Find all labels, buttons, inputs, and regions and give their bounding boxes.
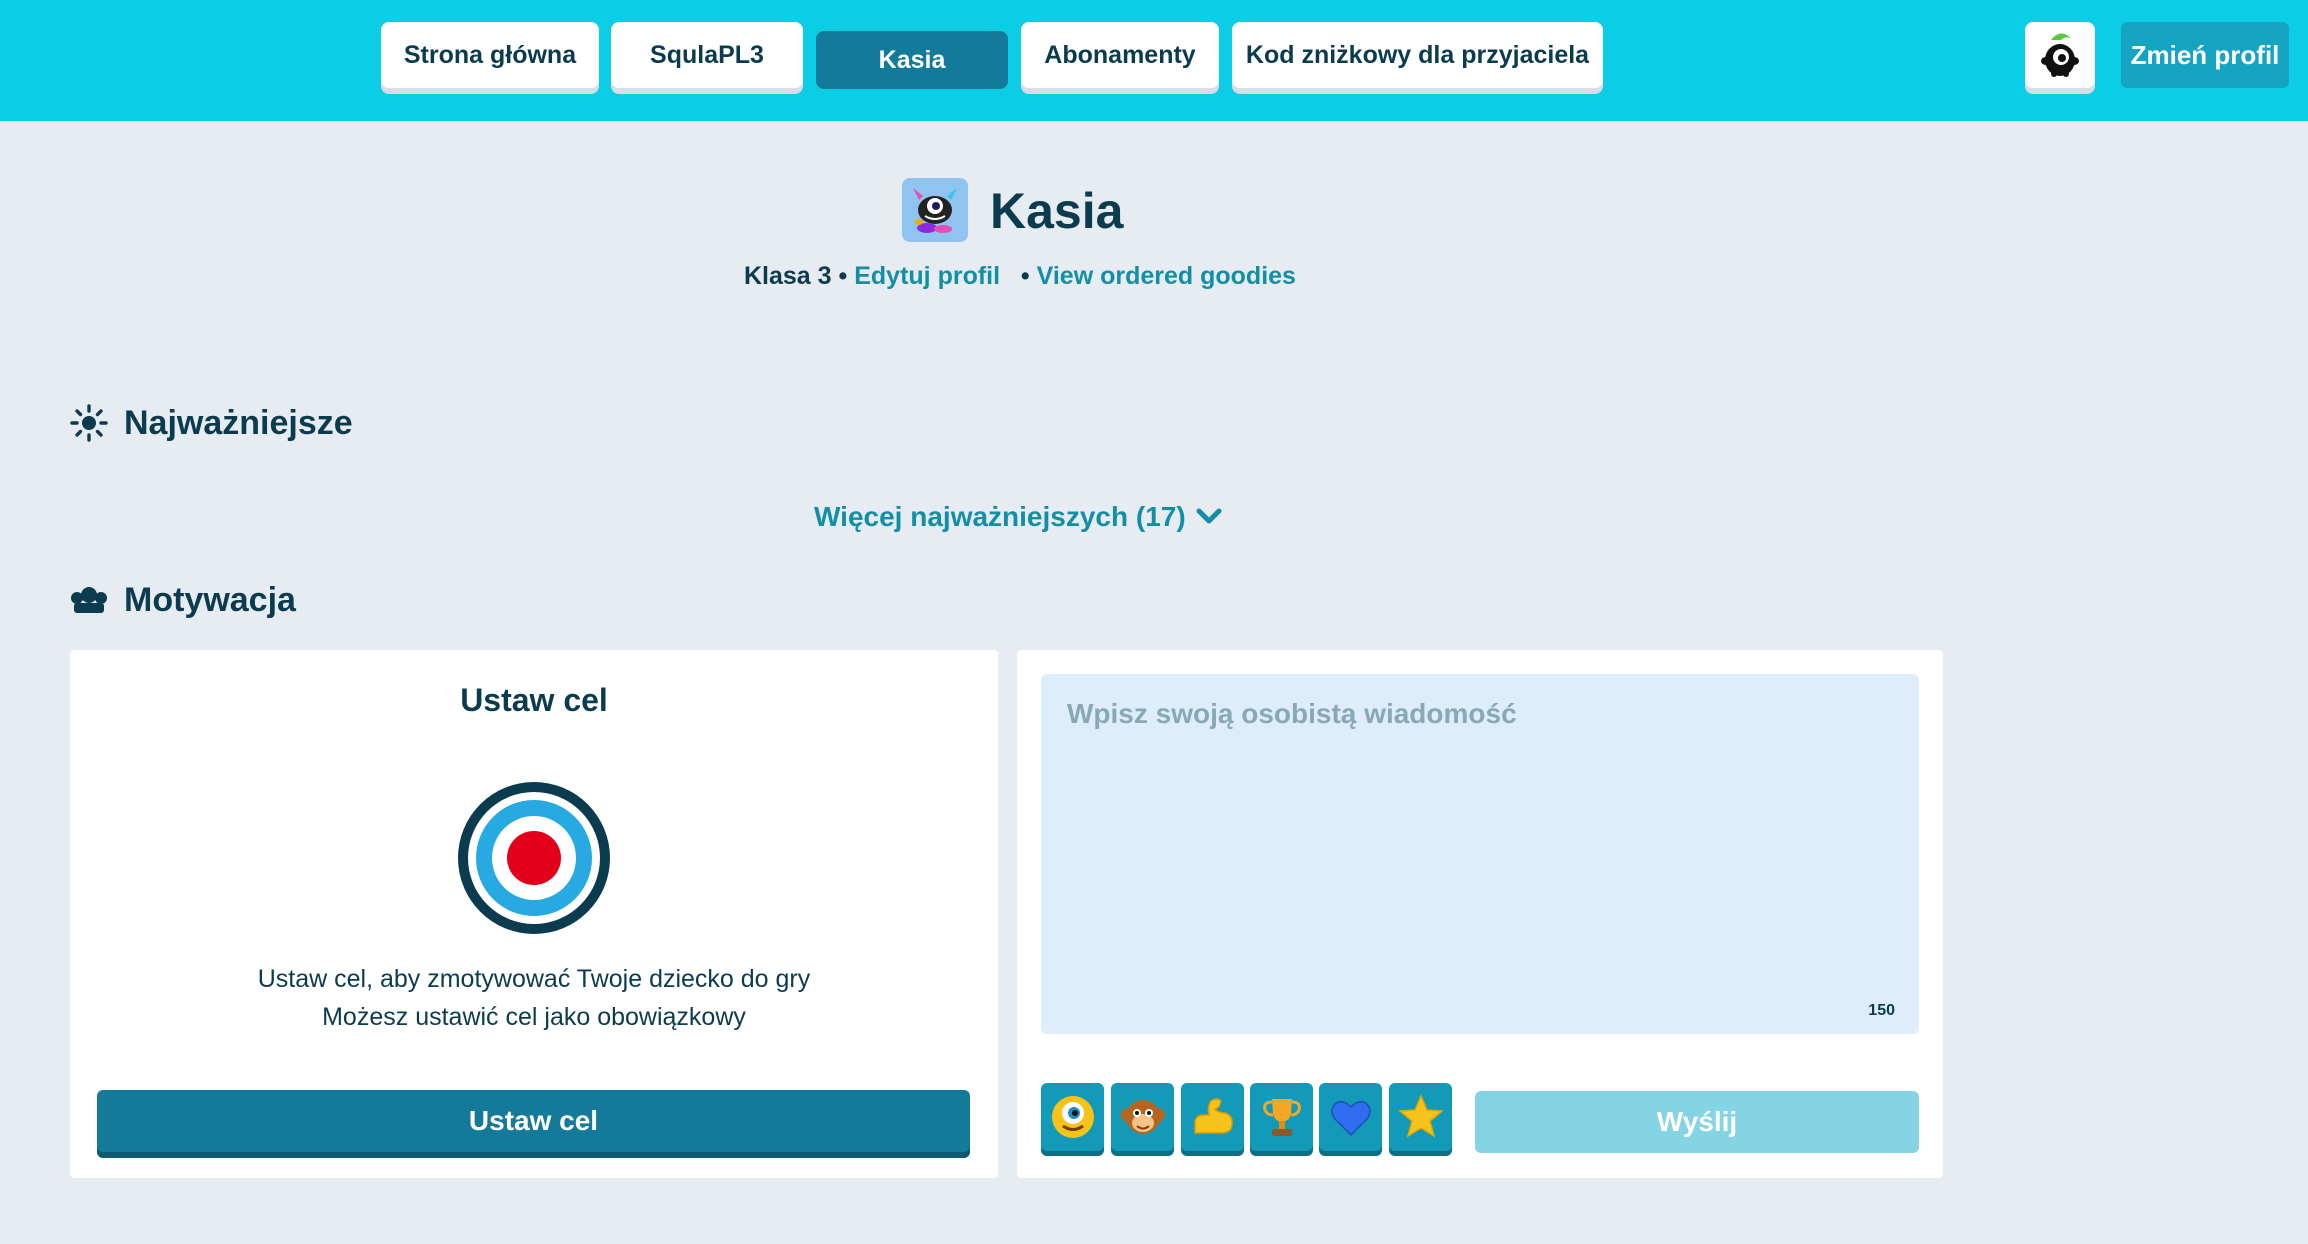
profile-name: Kasia — [990, 183, 1124, 239]
set-goal-card: Ustaw cel Ustaw cel, aby zmotywować Twoj… — [70, 650, 998, 1178]
set-goal-title: Ustaw cel — [460, 682, 608, 718]
monster-avatar-icon — [913, 188, 957, 233]
emoji-button-flexed-arm[interactable] — [1181, 1083, 1244, 1151]
motivation-title: Motywacja — [124, 580, 296, 619]
set-goal-button[interactable]: Ustaw cel — [97, 1090, 970, 1152]
emoji-button-cyclops[interactable] — [1041, 1083, 1104, 1151]
tab-subscriptions[interactable]: Abonamenty — [1021, 22, 1219, 88]
star-emoji-icon — [1397, 1094, 1444, 1138]
cyclops-emoji-icon — [1051, 1096, 1094, 1138]
emoji-button-monkey[interactable] — [1111, 1083, 1174, 1151]
squla-mascot-icon — [2041, 33, 2079, 77]
target-icon — [458, 782, 610, 934]
crown-icon — [71, 587, 107, 613]
profile-avatar — [902, 178, 968, 242]
tab-home[interactable]: Strona główna — [381, 22, 599, 88]
set-goal-line-2: Możesz ustawić cel jako obowiązkowy — [322, 1003, 746, 1031]
flexed-arm-emoji-icon — [1193, 1098, 1233, 1134]
change-profile-button[interactable]: Zmień profil — [2121, 22, 2289, 88]
emoji-button-star[interactable] — [1389, 1083, 1452, 1151]
monkey-emoji-icon — [1120, 1100, 1165, 1134]
personal-message-card: 150 — [1017, 650, 1943, 1178]
view-ordered-goodies-link[interactable]: View ordered goodies — [1037, 262, 1296, 290]
highlights-heading: Najważniejsze — [70, 401, 353, 445]
highlights-title: Najważniejsze — [124, 403, 353, 442]
separator-dot: • — [838, 262, 848, 290]
emoji-button-trophy[interactable] — [1250, 1083, 1313, 1151]
class-label: Klasa 3 — [744, 262, 832, 290]
blue-heart-emoji-icon — [1330, 1100, 1371, 1137]
personal-message-input[interactable] — [1041, 674, 1919, 1034]
chevron-down-icon — [1196, 508, 1222, 524]
send-message-button[interactable]: Wyślij — [1475, 1091, 1919, 1153]
mascot-button[interactable] — [2025, 22, 2095, 88]
tab-friend-discount-code[interactable]: Kod zniżkowy dla przyjaciela — [1232, 22, 1603, 88]
edit-profile-link[interactable]: Edytuj profil — [854, 262, 1000, 290]
trophy-emoji-icon — [1262, 1099, 1301, 1136]
message-area: 150 — [1041, 674, 1919, 1034]
more-highlights-label: Więcej najważniejszych (17) — [814, 501, 1186, 532]
emoji-button-blue-heart[interactable] — [1319, 1083, 1382, 1151]
sun-icon — [70, 404, 108, 442]
char-counter: 150 — [1868, 1002, 1895, 1019]
motivation-heading: Motywacja — [70, 578, 296, 622]
tab-squlapl3[interactable]: SqulaPL3 — [611, 22, 803, 88]
set-goal-line-1: Ustaw cel, aby zmotywować Twoje dziecko … — [257, 965, 811, 993]
tab-kasia[interactable]: Kasia — [816, 31, 1008, 89]
set-goal-description: Ustaw cel, aby zmotywować Twoje dziecko … — [70, 960, 998, 1036]
separator-dot: • — [1020, 262, 1030, 290]
more-highlights-link[interactable]: Więcej najważniejszych (17) — [814, 497, 1222, 537]
top-navigation-bar: Strona główna SqulaPL3 Kasia Abonamenty … — [0, 0, 2308, 121]
